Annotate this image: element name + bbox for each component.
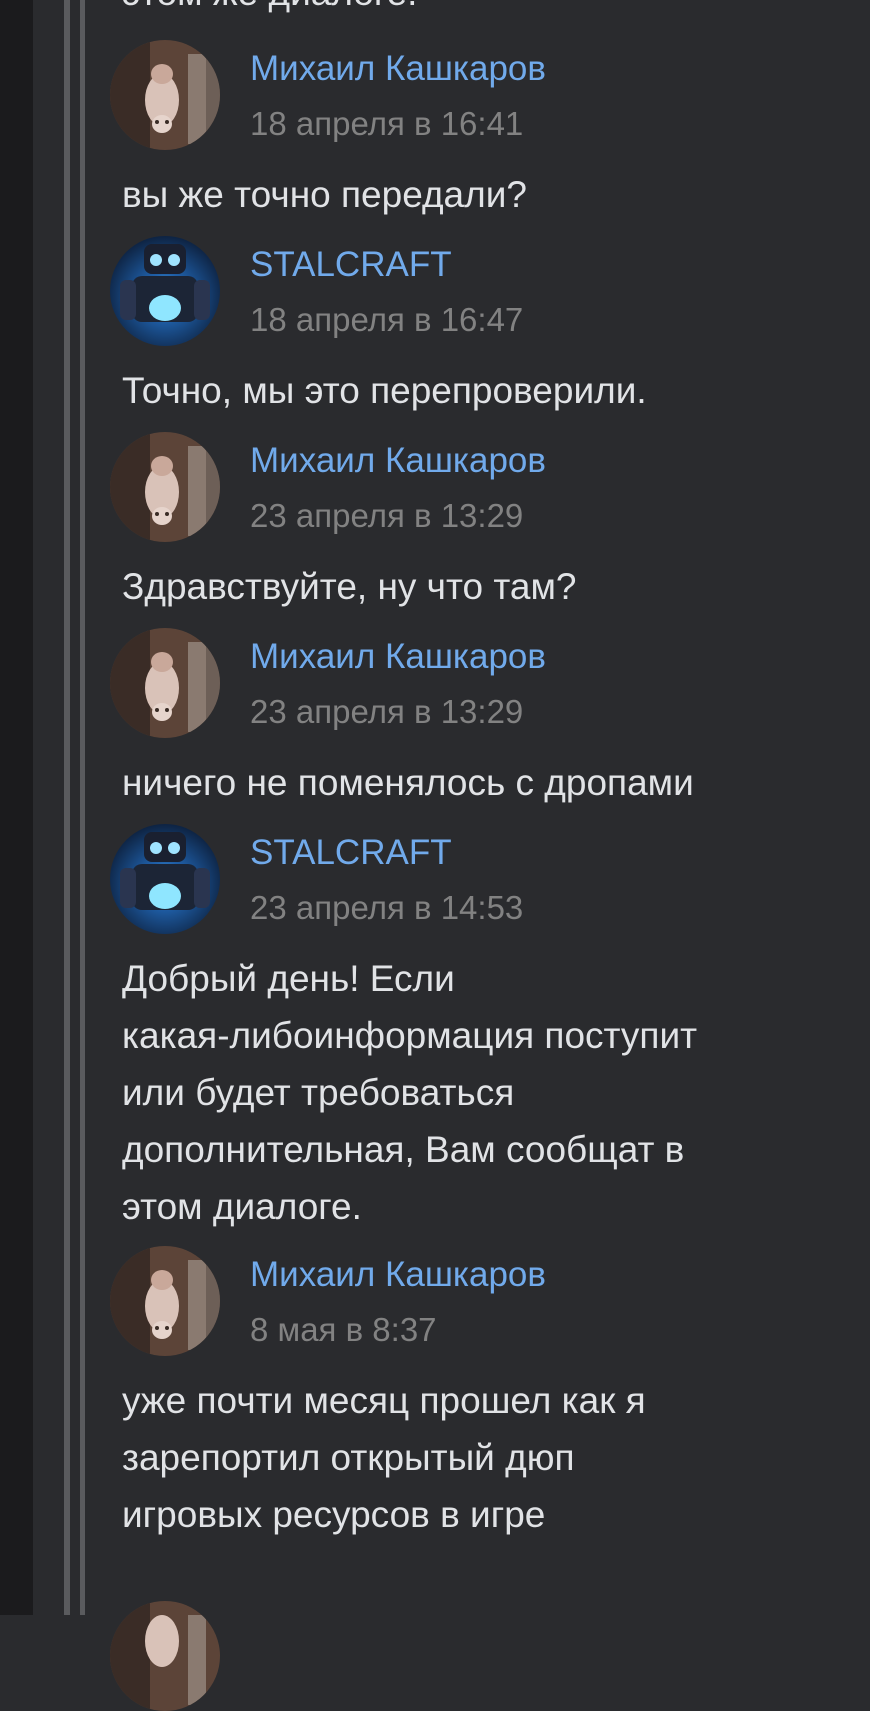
message-timestamp[interactable]: 8 мая в 8:37 [250,1310,437,1350]
message-text: Точно, мы это перепроверили. [122,370,647,411]
message-timestamp[interactable]: 23 апреля в 13:29 [250,692,523,732]
author-link[interactable]: Михаил Кашкаров [250,1254,546,1296]
author-link[interactable]: STALCRAFT [250,244,452,286]
forwarded-quote-bar-inner [80,0,85,1615]
author-link[interactable]: Михаил Кашкаров [250,48,546,90]
previous-message-tail: этом же диалоге. [122,0,417,13]
message-text: Здравствуйте, ну что там? [122,566,577,607]
user-avatar[interactable] [110,1601,220,1711]
user-avatar[interactable] [110,1246,220,1356]
left-edge-strip [0,0,33,1615]
message-timestamp[interactable]: 23 апреля в 13:29 [250,496,523,536]
message-text: Добрый день! Если какая-либоинформация п… [122,958,698,1227]
author-link[interactable]: Михаил Кашкаров [250,636,546,678]
user-avatar[interactable] [110,628,220,738]
message-text: вы же точно передали? [122,174,527,215]
user-avatar[interactable] [110,432,220,542]
user-avatar[interactable] [110,40,220,150]
forwarded-quote-bar-outer [64,0,70,1615]
message-text: уже почти месяц прошел как я зарепортил … [122,1380,646,1535]
stalcraft-avatar[interactable] [110,824,220,934]
author-link[interactable]: STALCRAFT [250,832,452,874]
message-timestamp[interactable]: 23 апреля в 14:53 [250,888,523,928]
author-link[interactable]: Михаил Кашкаров [250,440,546,482]
message-timestamp[interactable]: 18 апреля в 16:47 [250,300,523,340]
stalcraft-avatar[interactable] [110,236,220,346]
message-timestamp[interactable]: 18 апреля в 16:41 [250,104,523,144]
message-text: ничего не поменялось с дропами [122,762,694,803]
